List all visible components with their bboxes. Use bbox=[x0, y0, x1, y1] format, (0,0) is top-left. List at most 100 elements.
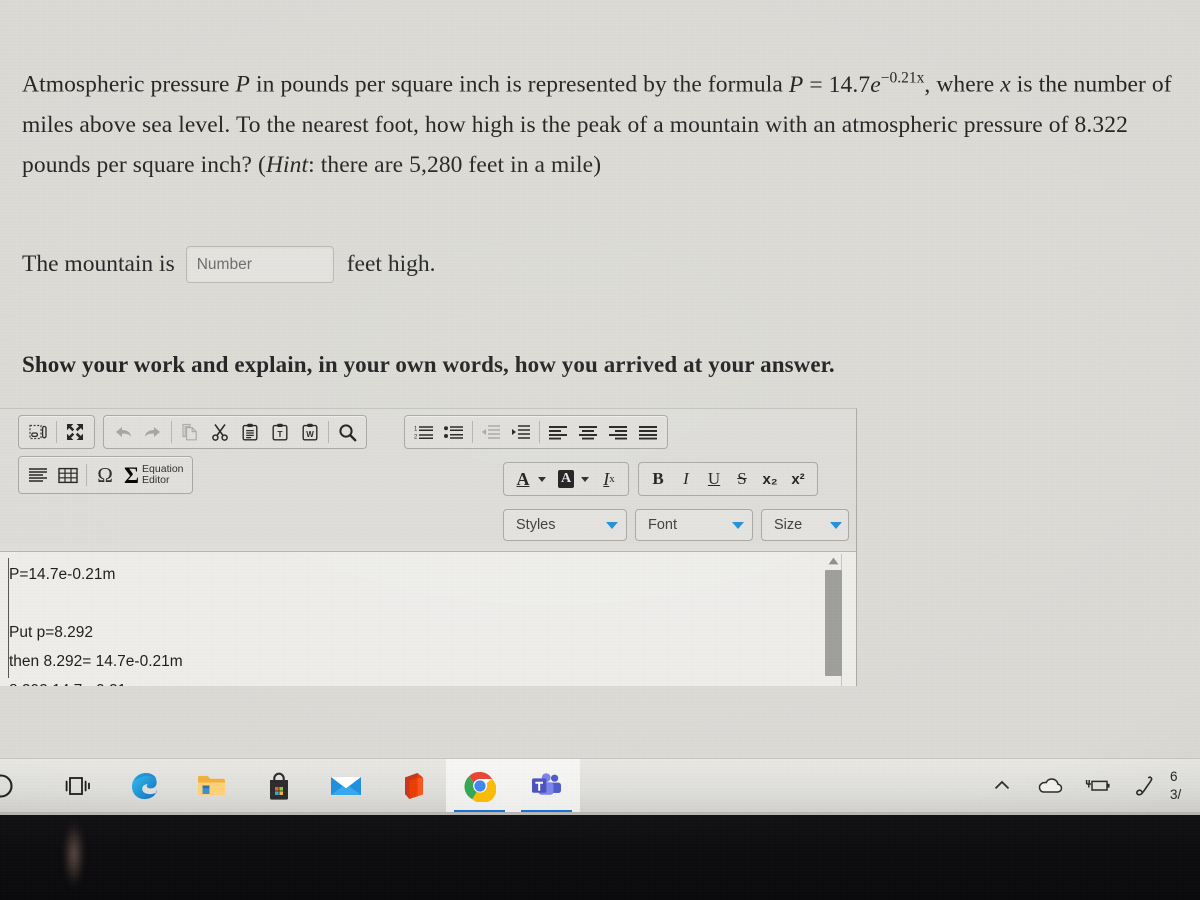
file-explorer-icon[interactable] bbox=[178, 759, 245, 813]
formula-expression: P = 14.7e−0.21x, bbox=[788, 69, 931, 98]
align-justify-icon[interactable] bbox=[633, 418, 663, 446]
underline-icon[interactable]: U bbox=[700, 465, 728, 493]
text-color-icon[interactable]: A bbox=[509, 465, 537, 493]
outdent-icon[interactable] bbox=[476, 418, 506, 446]
task-view-icon[interactable] bbox=[44, 759, 111, 813]
special-char-icon[interactable]: Ω bbox=[90, 461, 120, 489]
maximize-icon[interactable] bbox=[60, 418, 90, 446]
question-line-1: Atmospheric pressure P in pounds per squ… bbox=[22, 69, 936, 98]
editor-body[interactable]: P=14.7e-0.21m Put p=8.292 then 8.292= 14… bbox=[0, 551, 856, 686]
paste-icon[interactable] bbox=[235, 418, 265, 446]
find-icon[interactable] bbox=[332, 418, 362, 446]
answer-line: The mountain is feet high. bbox=[22, 246, 435, 283]
redo-icon[interactable] bbox=[138, 418, 168, 446]
formula-lhs: P bbox=[788, 71, 804, 98]
align-right-icon[interactable] bbox=[603, 418, 633, 446]
blockquote-icon[interactable] bbox=[23, 461, 53, 489]
scrollbar-thumb[interactable] bbox=[825, 570, 842, 676]
styles-select-value: Styles bbox=[516, 517, 556, 533]
toolbar-separator bbox=[86, 464, 87, 486]
templates-icon[interactable] bbox=[23, 418, 53, 446]
superscript-icon[interactable]: x² bbox=[784, 465, 812, 493]
cortana-icon[interactable] bbox=[0, 759, 44, 813]
toolbar-group-document bbox=[18, 415, 95, 449]
editor-line: Put p=8.292 bbox=[9, 624, 94, 641]
question-text-fragment: : there are 5,280 feet in a mile) bbox=[308, 151, 602, 178]
battery-icon[interactable] bbox=[1074, 759, 1122, 813]
formula-comma: , bbox=[924, 71, 931, 98]
equation-editor-line2: Editor bbox=[142, 474, 170, 486]
clock-date: 3/ bbox=[1170, 786, 1182, 802]
monitor-bezel bbox=[0, 812, 1200, 900]
clock-time: 6 bbox=[1170, 768, 1178, 784]
chevron-down-icon[interactable] bbox=[538, 476, 546, 482]
hint-label: Hint bbox=[265, 151, 309, 178]
answer-suffix-label: feet high. bbox=[346, 251, 436, 277]
toolbar-separator bbox=[171, 421, 172, 443]
editor-content[interactable]: P=14.7e-0.21m Put p=8.292 then 8.292= 14… bbox=[9, 560, 816, 686]
editor-line: then 8.292= 14.7e-0.21m bbox=[9, 653, 183, 670]
toolbar-group-clipboard: T W bbox=[103, 415, 367, 449]
bold-icon[interactable]: B bbox=[644, 465, 672, 493]
size-select-value: Size bbox=[774, 517, 803, 533]
subscript-icon[interactable]: x₂ bbox=[756, 465, 784, 493]
superscript-label: x² bbox=[791, 470, 805, 488]
toolbar-row-selects: Styles Font Size bbox=[503, 509, 849, 541]
toolbar-group-color: A A Ix bbox=[503, 462, 629, 496]
scroll-up-icon[interactable] bbox=[825, 554, 842, 568]
remove-format-icon[interactable]: Ix bbox=[595, 465, 623, 493]
toolbar-separator bbox=[56, 421, 57, 443]
bezel-reflection bbox=[62, 818, 86, 890]
editor-scrollbar[interactable] bbox=[825, 554, 842, 686]
answer-number-input[interactable] bbox=[185, 246, 334, 283]
teams-icon[interactable] bbox=[513, 758, 580, 812]
strikethrough-icon[interactable]: S bbox=[728, 465, 756, 493]
onedrive-icon[interactable] bbox=[1026, 759, 1074, 813]
edge-icon[interactable] bbox=[111, 759, 178, 813]
bold-label: B bbox=[652, 469, 664, 488]
equation-editor-label: Equation Editor bbox=[142, 464, 183, 486]
pen-menu-icon[interactable] bbox=[1122, 759, 1170, 813]
background-color-icon[interactable]: A bbox=[552, 465, 580, 493]
svg-text:T: T bbox=[277, 429, 283, 439]
variable-P: P bbox=[235, 71, 251, 98]
numbered-list-icon[interactable]: 1 2 bbox=[409, 418, 439, 446]
indent-icon[interactable] bbox=[506, 418, 536, 446]
editor-line: P=14.7e-0.21m bbox=[9, 566, 116, 583]
toolbar-group-lists: 1 2 bbox=[404, 415, 668, 449]
equation-editor-button[interactable]: Σ Equation Editor bbox=[120, 461, 188, 489]
system-tray: 6 3/ bbox=[978, 759, 1200, 813]
formula-base: e bbox=[870, 71, 881, 98]
subscript-label: x₂ bbox=[762, 470, 778, 488]
microsoft-store-icon[interactable] bbox=[245, 759, 312, 813]
office-icon[interactable] bbox=[379, 759, 446, 813]
toolbar-separator bbox=[539, 421, 540, 443]
toolbar-separator bbox=[472, 421, 473, 443]
align-left-icon[interactable] bbox=[543, 418, 573, 446]
chrome-icon[interactable] bbox=[446, 758, 513, 812]
undo-icon[interactable] bbox=[108, 418, 138, 446]
italic-icon[interactable]: I bbox=[672, 465, 700, 493]
cut-icon[interactable] bbox=[205, 418, 235, 446]
paste-text-icon[interactable]: T bbox=[265, 418, 295, 446]
align-center-icon[interactable] bbox=[573, 418, 603, 446]
show-hidden-icons-icon[interactable] bbox=[978, 759, 1026, 813]
chevron-down-icon[interactable] bbox=[581, 476, 589, 482]
styles-select[interactable]: Styles bbox=[503, 509, 627, 541]
formula-exponent: −0.21x bbox=[880, 69, 925, 86]
bulleted-list-icon[interactable] bbox=[439, 418, 469, 446]
mail-icon[interactable] bbox=[312, 759, 379, 813]
copy-icon[interactable] bbox=[175, 418, 205, 446]
toolbar-group-insert: Ω Σ Equation Editor bbox=[18, 456, 193, 494]
toolbar-group-style: B I U S x₂ x² bbox=[638, 462, 818, 496]
font-select[interactable]: Font bbox=[635, 509, 753, 541]
question-text-fragment: in pounds per square inch is represented… bbox=[250, 71, 789, 98]
paste-word-icon[interactable]: W bbox=[295, 418, 325, 446]
font-select-value: Font bbox=[648, 517, 678, 533]
work-heading: Show your work and explain, in your own … bbox=[22, 352, 835, 377]
table-icon[interactable] bbox=[53, 461, 83, 489]
chevron-down-icon bbox=[732, 521, 744, 529]
chevron-down-icon bbox=[830, 521, 842, 529]
taskbar-clock[interactable]: 6 3/ bbox=[1170, 759, 1198, 813]
size-select[interactable]: Size bbox=[761, 509, 849, 541]
